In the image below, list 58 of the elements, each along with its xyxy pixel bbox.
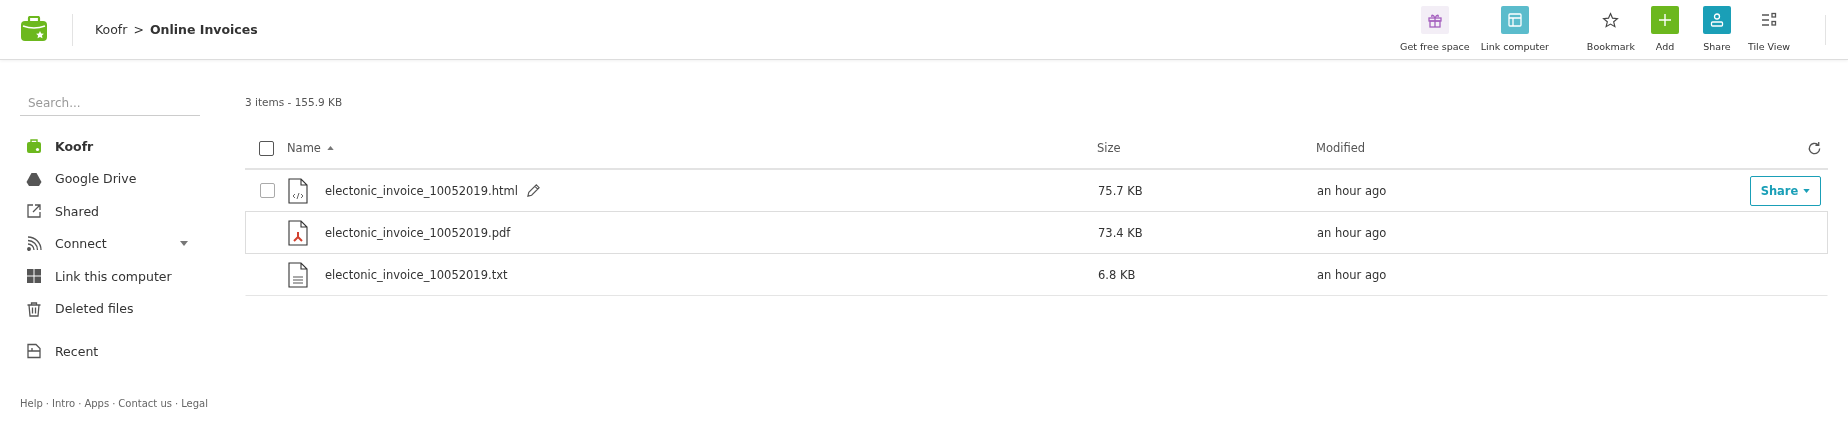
pencil-icon[interactable] (525, 183, 541, 198)
sidebar-item[interactable]: Connect (20, 227, 200, 260)
shared-icon (26, 203, 42, 220)
caret-icon (1803, 188, 1811, 193)
modified-cell-text: an hour ago (1317, 225, 1388, 240)
modified-cell-text: an hour ago (1317, 267, 1388, 282)
sidebar-item[interactable]: Link this computer (20, 260, 200, 293)
column-header[interactable]: Size (1097, 141, 1121, 155)
file-name-link[interactable]: electonic_invoice_10052019.html (325, 183, 518, 198)
computer-icon (26, 268, 42, 285)
plus-icon (1651, 6, 1679, 34)
sidebar-item[interactable]: Google Drive (20, 162, 200, 195)
footer-link[interactable]: Legal (181, 397, 208, 409)
footer-link[interactable]: Apps (84, 397, 110, 409)
breadcrumb-link[interactable]: Koofr (95, 22, 128, 37)
window-icon (1500, 6, 1529, 34)
separator-dot: · (112, 397, 116, 409)
connect-icon (26, 235, 42, 252)
separator-dot: · (78, 397, 82, 409)
file-name-link[interactable]: electonic_invoice_10052019.pdf (325, 225, 511, 240)
recent-icon (26, 343, 42, 360)
tiles-toolbar-button[interactable]: Tile View (1743, 6, 1795, 52)
size-cell-text: 73.4 KB (1098, 225, 1144, 240)
size-cell-text: 6.8 KB (1098, 267, 1137, 282)
refresh-icon[interactable] (1807, 140, 1822, 156)
footer-link[interactable]: Contact us (118, 397, 172, 409)
gift-icon (1420, 6, 1449, 34)
add-toolbar-button[interactable]: Add (1639, 6, 1691, 52)
person-icon (1703, 6, 1731, 34)
separator-dot: · (45, 397, 49, 409)
code-file-icon (288, 177, 308, 204)
sidebar-item[interactable]: Shared (20, 195, 200, 228)
file-row[interactable]: electonic_invoice_10052019.txt 6.8 KB an hour ago (245, 254, 1828, 296)
breadcrumb-current: Online Invoices (149, 22, 258, 37)
modified-cell-text: an hour ago (1317, 183, 1388, 198)
footer-link[interactable]: Intro (52, 397, 76, 409)
file-row[interactable]: electonic_invoice_10052019.html 75.7 KB an hour ago Share (245, 170, 1828, 212)
select-all-checkbox[interactable] (258, 140, 274, 156)
gift-toolbar-button[interactable]: Get free space (1394, 6, 1475, 52)
breadcrumb-separator: > (133, 22, 144, 37)
column-header[interactable]: Name (287, 141, 321, 155)
share-toolbar-button[interactable]: Share (1691, 6, 1743, 52)
size-cell-text: 75.7 KB (1098, 183, 1144, 198)
text-file-icon (288, 261, 308, 288)
file-row[interactable]: electonic_invoice_10052019.pdf 73.4 KB an hour ago (245, 211, 1828, 254)
sidebar-item[interactable]: Recent (20, 335, 200, 368)
separator-dot: · (175, 397, 179, 409)
file-name-link[interactable]: electonic_invoice_10052019.txt (325, 267, 508, 282)
sidebar-item[interactable]: Deleted files (20, 292, 200, 325)
trash-icon (26, 300, 42, 317)
sidebar-item[interactable]: Koofr (20, 130, 200, 163)
pdf-file-icon (288, 219, 308, 246)
bookmark-toolbar-button[interactable]: Bookmark (1582, 6, 1639, 52)
column-header[interactable]: Modified (1316, 141, 1366, 155)
link-toolbar-button[interactable]: Link computer (1474, 6, 1555, 52)
footer-link[interactable]: Help (20, 397, 43, 409)
row-checkbox[interactable] (259, 183, 275, 198)
items-summary: 3 items - 155.9 KB (245, 96, 344, 110)
